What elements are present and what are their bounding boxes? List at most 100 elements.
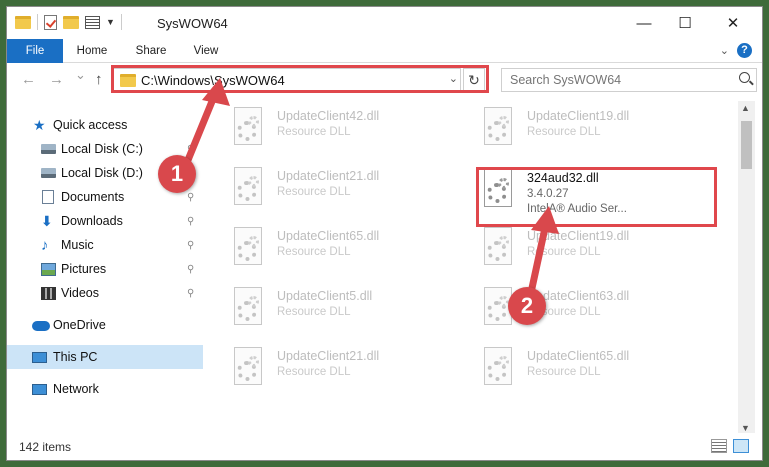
file-tile[interactable]: UpdateClient65.dll Resource DLL: [479, 347, 719, 399]
item-count: 142 items: [19, 440, 72, 454]
file-name: UpdateClient19.dll: [527, 109, 630, 123]
details-view-icon[interactable]: [711, 439, 727, 453]
downloads-icon: ⬇: [41, 212, 53, 229]
file-version: 3.4.0.27: [527, 188, 569, 200]
expand-ribbon-icon[interactable]: ⌄: [720, 44, 729, 57]
sidebar-item-onedrive[interactable]: OneDrive: [7, 313, 203, 337]
drive-icon: [41, 144, 56, 154]
sidebar-item-label: Pictures: [61, 262, 107, 276]
title-bar: ▼ SysWOW64 — ☐ ✕: [7, 7, 762, 39]
dll-file-icon: [229, 167, 263, 211]
file-tile[interactable]: UpdateClient19.dll Resource DLL: [479, 227, 719, 279]
file-type: Resource DLL: [277, 186, 351, 198]
tab-home[interactable]: Home: [67, 39, 117, 63]
status-bar: 142 items: [7, 435, 762, 460]
sidebar-item-pictures[interactable]: Pictures ⚲: [7, 257, 203, 281]
scroll-thumb[interactable]: [741, 121, 752, 169]
sidebar-item-label: Music: [61, 238, 94, 252]
explorer-window: ▼ SysWOW64 — ☐ ✕ File Home Share View ⌄ …: [6, 6, 763, 461]
sidebar-item-label: Documents: [61, 190, 125, 204]
dll-file-icon: [479, 227, 513, 271]
dll-file-icon: [479, 347, 513, 391]
properties-check-icon[interactable]: [44, 14, 57, 30]
file-name: UpdateClient65.dll: [277, 229, 380, 243]
file-tile[interactable]: UpdateClient5.dll Resource DLL: [229, 287, 469, 339]
sidebar-item-music[interactable]: ♪ Music ⚲: [7, 233, 203, 257]
divider: [37, 14, 38, 30]
tab-share[interactable]: Share: [125, 39, 177, 63]
sidebar-item-label: Videos: [61, 286, 99, 300]
pin-icon[interactable]: ⚲: [187, 192, 194, 203]
pin-icon[interactable]: ⚲: [187, 288, 194, 299]
dll-file-icon: [479, 107, 513, 151]
file-tile-324aud32[interactable]: 324aud32.dll 3.4.0.27 IntelA® Audio Ser.…: [479, 169, 719, 221]
up-button[interactable]: ↑: [95, 71, 103, 88]
pin-icon[interactable]: ⚲: [187, 264, 194, 275]
back-button[interactable]: ←: [21, 71, 36, 88]
ribbon: File Home Share View ⌄ ?: [7, 39, 762, 63]
folder-icon: [120, 74, 136, 87]
star-icon: ★: [33, 116, 46, 133]
address-path[interactable]: C:\Windows\SysWOW64: [141, 73, 285, 88]
sidebar-item-label: Network: [53, 382, 99, 396]
scroll-down-icon[interactable]: ▼: [741, 423, 750, 433]
navigation-bar: ← → ⌄ ↑ C:\Windows\SysWOW64 ⌄ ↻: [7, 64, 762, 96]
minimize-button[interactable]: —: [621, 7, 667, 39]
step-1-badge: 1: [158, 155, 196, 193]
search-icon[interactable]: [739, 72, 750, 83]
large-icons-view-icon[interactable]: [733, 439, 749, 453]
close-button[interactable]: ✕: [710, 7, 756, 39]
chevron-down-icon[interactable]: ▼: [106, 17, 115, 27]
file-type: Resource DLL: [277, 366, 351, 378]
file-tile[interactable]: UpdateClient21.dll Resource DLL: [229, 347, 469, 399]
file-tile[interactable]: UpdateClient21.dll Resource DLL: [229, 167, 469, 219]
scroll-up-icon[interactable]: ▲: [741, 103, 750, 113]
quick-access-toolbar: ▼: [15, 14, 122, 30]
sidebar-item-label: OneDrive: [53, 318, 106, 332]
file-tile[interactable]: UpdateClient19.dll Resource DLL: [479, 107, 719, 159]
help-icon[interactable]: ?: [737, 43, 752, 58]
sidebar-item-quick-access[interactable]: ★ Quick access: [7, 113, 203, 137]
file-name: 324aud32.dll: [527, 171, 599, 185]
tab-file[interactable]: File: [7, 39, 63, 63]
file-type: Resource DLL: [277, 126, 351, 138]
drive-icon: [41, 168, 56, 178]
dll-file-icon: [229, 227, 263, 271]
pin-icon[interactable]: ⚲: [187, 144, 194, 155]
pin-icon[interactable]: ⚲: [187, 240, 194, 251]
tab-view[interactable]: View: [183, 39, 229, 63]
address-bar[interactable]: C:\Windows\SysWOW64 ⌄: [113, 68, 461, 92]
chevron-down-icon[interactable]: ⌄: [449, 72, 458, 85]
refresh-button[interactable]: ↻: [463, 68, 485, 92]
forward-button[interactable]: →: [49, 71, 64, 88]
file-name: UpdateClient21.dll: [277, 169, 380, 183]
onedrive-icon: [32, 321, 50, 331]
sidebar-item-label: Quick access: [53, 118, 128, 132]
maximize-button[interactable]: ☐: [662, 7, 708, 39]
properties-icon[interactable]: [85, 15, 100, 29]
search-input[interactable]: [502, 69, 727, 91]
file-name: UpdateClient5.dll: [277, 289, 373, 303]
sidebar-item-this-pc[interactable]: This PC: [7, 345, 203, 369]
file-list: UpdateClient42.dll Resource DLL UpdateCl…: [219, 101, 739, 431]
recent-locations-button[interactable]: ⌄: [75, 67, 86, 83]
pin-icon[interactable]: ⚲: [187, 216, 194, 227]
dll-file-icon: [229, 287, 263, 331]
sidebar-item-label: Local Disk (D:): [61, 166, 143, 180]
file-tile[interactable]: UpdateClient42.dll Resource DLL: [229, 107, 469, 159]
file-tile[interactable]: UpdateClient65.dll Resource DLL: [229, 227, 469, 279]
sidebar-item-videos[interactable]: Videos ⚲: [7, 281, 203, 305]
sidebar-item-label: Downloads: [61, 214, 123, 228]
step-2-badge: 2: [508, 287, 546, 325]
search-box[interactable]: [501, 68, 757, 92]
sidebar-item-network[interactable]: Network: [7, 377, 203, 401]
dll-file-icon: [229, 347, 263, 391]
dll-file-icon: [229, 107, 263, 151]
divider: [120, 14, 122, 30]
vertical-scrollbar[interactable]: ▲ ▼: [738, 101, 755, 433]
file-name: UpdateClient21.dll: [277, 349, 380, 363]
pictures-icon: [41, 262, 56, 276]
sidebar-item-downloads[interactable]: ⬇ Downloads ⚲: [7, 209, 203, 233]
file-type: Resource DLL: [277, 246, 351, 258]
new-folder-icon[interactable]: [63, 15, 79, 29]
